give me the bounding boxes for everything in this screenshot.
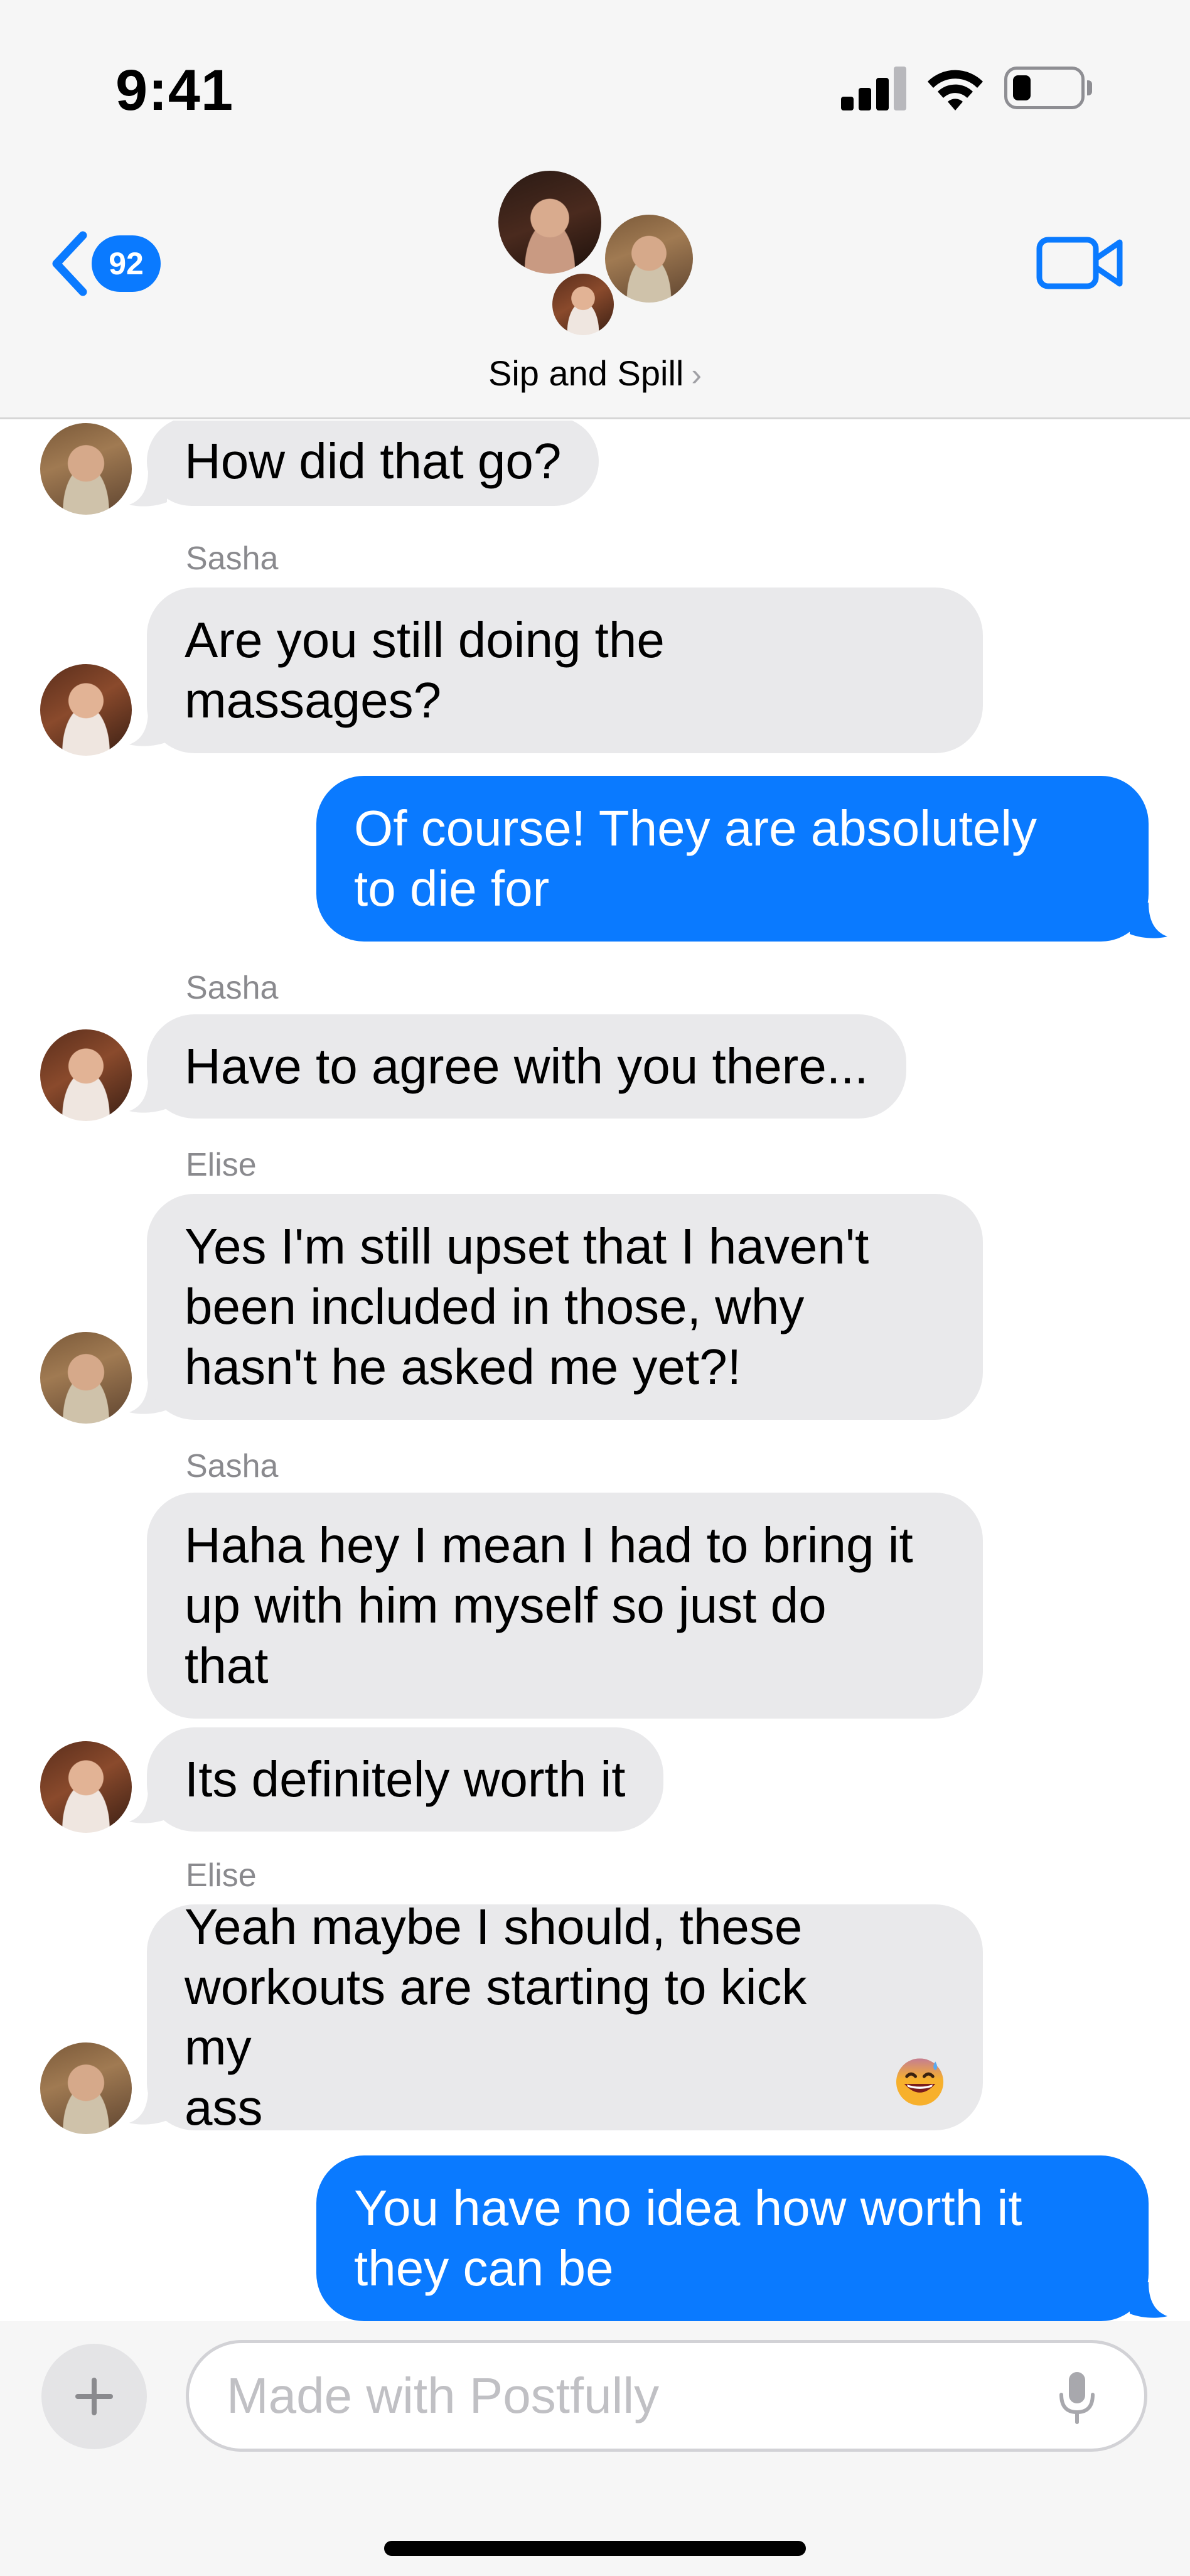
group-avatar-cluster[interactable] — [496, 168, 703, 344]
avatar-sasha — [40, 1741, 132, 1833]
avatar-sasha — [40, 1029, 132, 1121]
add-attachment-button[interactable] — [41, 2344, 147, 2449]
video-call-icon[interactable] — [1036, 231, 1125, 294]
bubble-tail — [1130, 903, 1167, 938]
status-time: 9:41 — [115, 58, 234, 122]
back-button[interactable]: 92 — [48, 226, 161, 301]
message-bubble[interactable]: Yes I'm still upset that I haven't been … — [147, 1194, 983, 1420]
battery-icon — [1004, 67, 1092, 109]
bubble-tail — [1130, 2282, 1167, 2318]
message-bubble[interactable]: Haha hey I mean I had to bring it up wit… — [147, 1493, 983, 1719]
message-bubble-outgoing[interactable]: You have no idea how worth it they can b… — [316, 2155, 1149, 2321]
conversation-header: 9:41 92 Sip and Spill › — [0, 0, 1190, 419]
sender-name: Sasha — [186, 540, 279, 577]
microphone-icon[interactable] — [1055, 2369, 1099, 2426]
sender-name: Elise — [186, 1147, 257, 1183]
member-avatar — [603, 212, 695, 305]
message-bubble[interactable]: Are you still doing the massages? — [147, 588, 983, 753]
avatar-elise — [40, 423, 132, 515]
message-list[interactable]: How did that go? Sasha Are you still doi… — [0, 421, 1190, 2321]
back-chevron-icon — [52, 231, 87, 296]
sender-name: Sasha — [186, 970, 279, 1006]
avatar-elise — [40, 2042, 132, 2134]
grinning-sweat-emoji-icon — [896, 2058, 944, 2106]
sender-name: Sasha — [186, 1448, 279, 1484]
message-bubble[interactable]: Have to agree with you there... — [147, 1014, 906, 1119]
message-text: Yeah maybe I should, these workouts are … — [185, 1899, 807, 2135]
message-input[interactable] — [227, 2343, 1043, 2449]
message-bubble[interactable]: How did that go? — [147, 421, 599, 506]
member-avatar — [550, 271, 616, 338]
message-bubble[interactable]: Its definitely worth it — [147, 1727, 663, 1832]
wifi-icon — [928, 70, 983, 110]
composer-bar — [0, 2321, 1190, 2576]
message-bubble[interactable]: Yeah maybe I should, these workouts are … — [147, 1899, 983, 2135]
plus-icon — [75, 2378, 113, 2415]
group-name[interactable]: Sip and Spill › — [0, 353, 1190, 394]
message-bubble-outgoing[interactable]: Of course! They are absolutely to die fo… — [316, 776, 1149, 942]
home-indicator[interactable] — [384, 2541, 806, 2556]
sender-name: Elise — [186, 1857, 257, 1894]
unread-count-badge: 92 — [92, 235, 161, 292]
chevron-right-icon: › — [691, 357, 702, 392]
group-name-label: Sip and Spill — [488, 353, 684, 393]
avatar-sasha — [40, 664, 132, 756]
message-input-field[interactable] — [186, 2340, 1147, 2452]
avatar-elise — [40, 1332, 132, 1424]
member-avatar — [496, 168, 604, 276]
cellular-signal-icon — [841, 65, 908, 110]
